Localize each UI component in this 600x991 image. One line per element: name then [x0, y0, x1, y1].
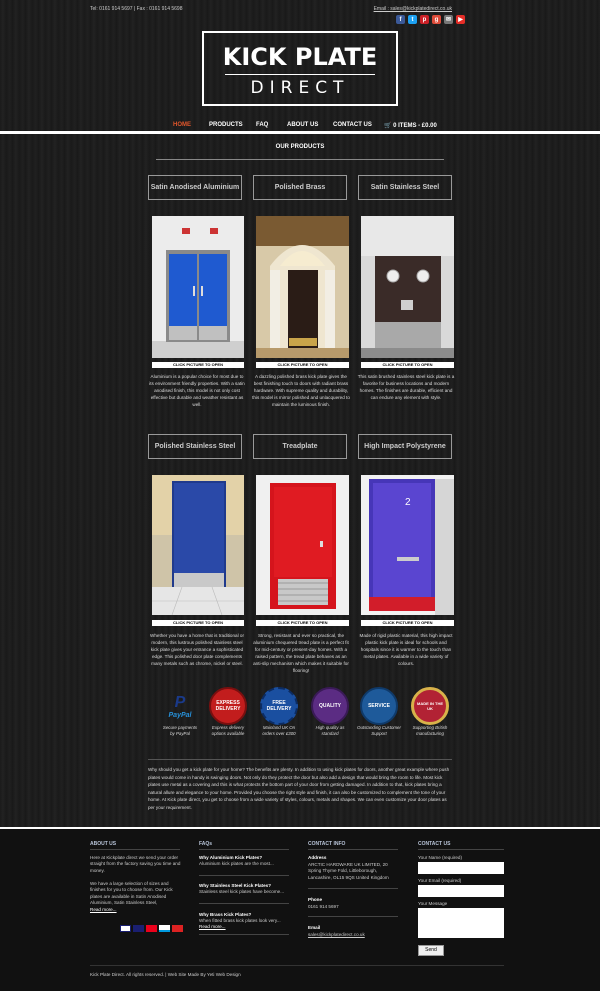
google-plus-icon[interactable]: g: [432, 15, 441, 24]
solo-icon: [172, 925, 183, 932]
express-delivery-icon: EXPRESS DELIVERY: [209, 687, 247, 725]
header-email-link[interactable]: Email : sales@kickplatedirect.co.uk: [374, 6, 452, 12]
social-icons: f t p g ✉ ▶: [396, 15, 465, 24]
product-description: Whether you have a home that is traditio…: [150, 633, 244, 666]
email-link[interactable]: sales@kickplatedirect.co.uk: [308, 932, 365, 938]
copyright: Kick Plate Direct. All rights reserved. …: [90, 972, 241, 977]
send-button[interactable]: Send: [418, 945, 444, 956]
product-title-box[interactable]: Satin Stainless Steel: [358, 175, 452, 200]
footer-contact-info-title: CONTACT INFO: [308, 841, 346, 847]
click-picture-label[interactable]: CLICK PICTURE TO OPEN: [152, 362, 244, 368]
product-description: A dazzling polished brass kick plate giv…: [252, 374, 350, 407]
click-picture-label[interactable]: CLICK PICTURE TO OPEN: [361, 362, 454, 368]
divider: [156, 159, 444, 160]
nav-products[interactable]: PRODUCTS: [209, 122, 243, 128]
message-textarea[interactable]: [418, 908, 504, 938]
badge-made-in-uk: MADE IN THE UK Supporting British manufa…: [408, 687, 452, 737]
product-title-box[interactable]: Polished Brass: [253, 175, 347, 200]
divider: [148, 759, 452, 760]
payment-cards: [120, 925, 183, 932]
product-image-satin-steel[interactable]: [361, 216, 454, 358]
paypal-logo-icon: P: [174, 693, 186, 711]
click-picture-label[interactable]: CLICK PICTURE TO OPEN: [256, 362, 349, 368]
product-image-polished-steel[interactable]: [152, 475, 244, 615]
nav-home[interactable]: HOME: [173, 122, 191, 128]
footer-faq-title: FAQs: [199, 841, 213, 847]
phone-text: 0161 914 5697: [308, 904, 339, 909]
footer-about-title: ABOUT US: [90, 841, 117, 847]
footer-about-p1: Here at Kickplate direct we send your or…: [90, 855, 181, 873]
phone-label: Phone: [308, 897, 323, 902]
address-text: ARCTIC HARDWARE UK LIMITED, 20 Spring Th…: [308, 862, 389, 880]
message-label: Your Message: [418, 901, 448, 906]
click-picture-label[interactable]: CLICK PICTURE TO OPEN: [361, 620, 454, 626]
facebook-icon[interactable]: f: [396, 15, 405, 24]
visa-icon: [120, 925, 131, 932]
nav-divider: [0, 131, 600, 134]
service-icon: SERVICE: [360, 687, 398, 725]
maestro-icon: [159, 925, 170, 932]
badge-service: SERVICE Outstanding Customer Support: [357, 687, 401, 737]
email-input[interactable]: [418, 885, 504, 897]
faq-readmore[interactable]: Read more...: [199, 924, 226, 930]
header-contact: Tel: 0161 914 5697 | Fax : 0161 914 5698: [90, 6, 183, 12]
free-delivery-icon: FREE DELIVERY: [260, 687, 298, 725]
footer-divider: [0, 827, 600, 829]
email-icon[interactable]: ✉: [444, 15, 453, 24]
badge-quality: QUALITY High quality as standard: [308, 687, 352, 737]
name-label: Your Name (required): [418, 855, 463, 860]
click-picture-label[interactable]: CLICK PICTURE TO OPEN: [152, 620, 244, 626]
footer-about-p2: We have a large selection of sizes and f…: [90, 881, 173, 906]
youtube-icon[interactable]: ▶: [456, 15, 465, 24]
footer-about-readmore[interactable]: Read more...: [90, 907, 117, 913]
badge-free-delivery: FREE DELIVERY Mainland UK On orders over…: [257, 687, 301, 737]
product-description: Made of rigid plastic material, this hig…: [359, 633, 453, 666]
mastercard-icon: [146, 925, 157, 932]
union-jack-icon: MADE IN THE UK: [411, 687, 449, 725]
footer-contact-us-title: CONTACT US: [418, 841, 451, 847]
visa-electron-icon: [133, 925, 144, 932]
name-input[interactable]: [418, 862, 504, 874]
faq-answer: Stainless steel kick plates have become.…: [199, 889, 285, 894]
nav-contact[interactable]: CONTACT US: [333, 122, 372, 128]
product-image-aluminium[interactable]: [152, 216, 244, 358]
logo-line2: DIRECT: [250, 78, 350, 98]
logo-line1: KICK PLATE: [222, 43, 378, 71]
click-picture-label[interactable]: CLICK PICTURE TO OPEN: [256, 620, 349, 626]
product-description: Strong, resistant and ever so practical,…: [253, 633, 349, 673]
product-title-box[interactable]: Polished Stainless Steel: [148, 434, 242, 459]
product-description: This satin brushed stainless steel kick …: [357, 374, 455, 400]
site-logo[interactable]: KICK PLATE DIRECT: [202, 31, 398, 106]
product-title-box[interactable]: Satin Anodised Aluminium: [148, 175, 242, 200]
badge-paypal: P PayPal Secure payments by PayPal: [162, 693, 198, 737]
email-label: Email: [308, 925, 321, 930]
svg-text:2: 2: [405, 497, 411, 508]
product-image-treadplate[interactable]: [256, 475, 349, 615]
quality-icon: QUALITY: [311, 687, 349, 725]
address-label: Address: [308, 855, 327, 860]
product-title-box[interactable]: Treadplate: [253, 434, 347, 459]
product-image-polystyrene[interactable]: 2: [361, 475, 454, 615]
nav-faq[interactable]: FAQ: [256, 122, 268, 128]
email-form-label: Your Email (required): [418, 878, 462, 883]
twitter-icon[interactable]: t: [408, 15, 417, 24]
intro-text: Why should you get a kick plate for your…: [148, 767, 450, 810]
pinterest-icon[interactable]: p: [420, 15, 429, 24]
product-image-brass[interactable]: [256, 216, 349, 358]
nav-about[interactable]: ABOUT US: [287, 122, 318, 128]
badge-express: EXPRESS DELIVERY Express delivery option…: [206, 687, 250, 737]
nav-cart[interactable]: 🛒 0 ITEMS - £0.00: [384, 122, 437, 129]
faq-answer: Aluminium kick plates are the most...: [199, 861, 274, 866]
product-title-box[interactable]: High Impact Polystyrene: [358, 434, 452, 459]
product-description: Aluminium is a popular choice for most d…: [149, 374, 245, 407]
section-title: OUR PRODUCTS: [275, 144, 325, 150]
